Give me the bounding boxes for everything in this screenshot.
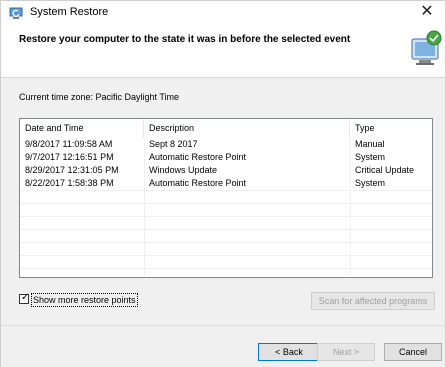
system-restore-icon — [9, 7, 23, 19]
row-description: Automatic Restore Point — [149, 152, 247, 162]
grid-line — [20, 216, 432, 217]
row-type: Manual — [355, 139, 385, 149]
show-more-checkbox[interactable]: ✓ — [19, 292, 30, 304]
sort-caret-icon: ⌄ — [78, 122, 84, 129]
wizard-footer: < Back Next > Cancel — [1, 325, 445, 367]
grid-line — [20, 229, 432, 230]
grid-line — [20, 190, 432, 191]
restore-monitor-icon — [411, 30, 442, 65]
row-date: 9/7/2017 12:16:51 PM — [25, 152, 114, 162]
grid-line — [20, 268, 432, 269]
row-description: Automatic Restore Point — [149, 178, 247, 188]
row-date: 9/8/2017 11:09:58 AM — [25, 139, 113, 149]
restore-points-list[interactable]: Date and Time ⌄ Description Type 9/8/201… — [19, 118, 433, 278]
scan-affected-programs-button[interactable]: Scan for affected programs — [311, 292, 435, 310]
column-header-date[interactable]: Date and Time ⌄ — [20, 119, 144, 138]
table-row[interactable]: 8/22/2017 1:58:38 PM Automatic Restore P… — [20, 177, 432, 190]
row-type: System — [355, 152, 386, 162]
row-date: 8/29/2017 12:31:05 PM — [25, 165, 119, 175]
page-heading: Restore your computer to the state it wa… — [19, 34, 351, 45]
row-date: 8/22/2017 1:58:38 PM — [25, 178, 114, 188]
row-description: Windows Update — [149, 165, 218, 175]
wizard-header: Restore your computer to the state it wa… — [1, 25, 445, 78]
window-title: System Restore — [30, 6, 109, 18]
table-row[interactable]: 8/29/2017 12:31:05 PM Windows Update Cri… — [20, 164, 432, 177]
column-header-description[interactable]: Description — [144, 119, 350, 138]
content-area: Current time zone: Pacific Daylight Time… — [1, 78, 445, 325]
timezone-label: Current time zone: Pacific Daylight Time — [19, 92, 180, 102]
title-bar: System Restore ✕ — [1, 1, 445, 25]
cancel-button[interactable]: Cancel — [384, 343, 442, 361]
grid-line — [20, 242, 432, 243]
checkmark-icon: ✓ — [21, 292, 30, 303]
list-header: Date and Time ⌄ Description Type — [20, 119, 432, 138]
close-button[interactable]: ✕ — [409, 1, 445, 25]
table-row[interactable]: 9/7/2017 12:16:51 PM Automatic Restore P… — [20, 151, 432, 164]
grid-line — [20, 203, 432, 204]
next-button[interactable]: Next > — [317, 343, 375, 361]
show-more-label[interactable]: Show more restore points — [31, 293, 138, 307]
back-button[interactable]: < Back — [258, 343, 320, 361]
column-header-type[interactable]: Type — [350, 119, 432, 138]
close-icon: ✕ — [420, 3, 434, 20]
grid-line — [20, 255, 432, 256]
system-restore-window: System Restore ✕ Restore your computer t… — [0, 0, 446, 367]
table-row[interactable]: 9/8/2017 11:09:58 AM Sept 8 2017 Manual — [20, 138, 432, 151]
row-type: System — [355, 178, 386, 188]
row-description: Sept 8 2017 — [149, 139, 198, 149]
row-type: Critical Update — [355, 165, 415, 175]
